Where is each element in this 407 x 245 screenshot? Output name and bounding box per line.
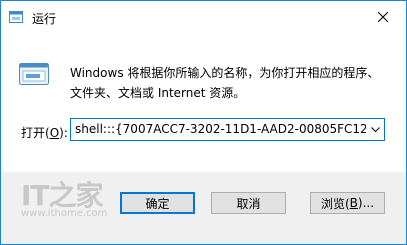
run-app-icon (9, 11, 23, 23)
open-combobox[interactable]: shell:::{7007ACC7-3202-11D1-AAD2-00805FC… (70, 118, 385, 141)
title-bar[interactable]: 运行 (1, 1, 406, 33)
browse-label-suffix: )... (357, 196, 375, 210)
description-line-2: 文件夹、文档或 Internet 资源。 (70, 86, 246, 100)
window-title: 运行 (32, 12, 57, 26)
description-line-1: Windows 将根据你所输入的名称，为你打开相应的程序、 (70, 66, 380, 80)
ok-button[interactable]: 确定 (120, 192, 195, 214)
chevron-down-icon (371, 126, 380, 132)
browse-label-accel: B (349, 196, 358, 210)
run-icon (19, 63, 49, 85)
close-icon (378, 11, 388, 22)
watermark-url: www.ithome.com (21, 208, 108, 219)
close-button[interactable] (360, 1, 406, 32)
open-label-accel: O (49, 126, 60, 140)
description-text: Windows 将根据你所输入的名称，为你打开相应的程序、 文件夹、文档或 In… (70, 63, 379, 103)
open-input[interactable]: shell:::{7007ACC7-3202-11D1-AAD2-00805FC… (75, 122, 366, 136)
open-label-prefix: 打开( (21, 126, 50, 140)
browse-label-prefix: 浏览( (320, 196, 350, 211)
dropdown-button[interactable] (367, 119, 384, 140)
run-dialog: 运行 Windows 将根据你所输入的名称，为你打开相应的程序、 文件夹、文档或… (0, 0, 407, 245)
cancel-button[interactable]: 取消 (211, 192, 286, 214)
open-label: 打开(O): (21, 124, 68, 141)
browse-button[interactable]: 浏览(B)... (310, 192, 385, 214)
watermark: IT之家 www.ithome.com (21, 172, 111, 222)
open-label-suffix: ): (59, 126, 68, 140)
